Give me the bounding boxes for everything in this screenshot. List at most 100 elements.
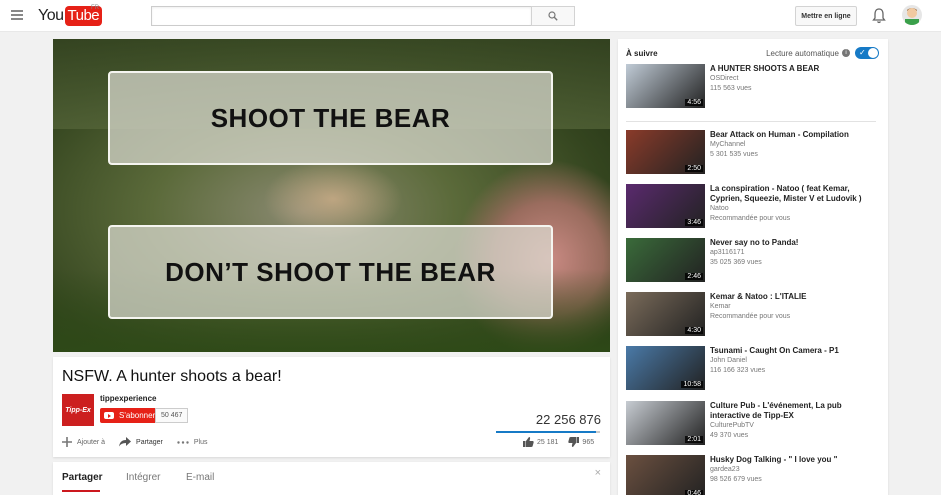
- video-duration: 3:46: [685, 219, 703, 226]
- video-channel: OSDirect: [710, 75, 739, 82]
- shoot-the-bear-button[interactable]: SHOOT THE BEAR: [108, 71, 553, 165]
- video-title-link[interactable]: Kemar & Natoo : L'ITALIE: [710, 292, 880, 302]
- like-ratio-bar: [496, 431, 600, 433]
- info-icon[interactable]: i: [842, 49, 850, 57]
- video-meta: A HUNTER SHOOTS A BEAR OSDirect 115 563 vu…: [710, 64, 880, 94]
- like-count: 25 181: [537, 438, 559, 446]
- search-button[interactable]: [531, 6, 575, 26]
- masthead: You Tube FR Mettre en ligne: [0, 0, 941, 32]
- dont-shoot-the-bear-label: DON’T SHOOT THE BEAR: [165, 256, 496, 287]
- video-meta: Tsunami - Caught On Camera - P1 John Dani…: [710, 346, 880, 376]
- video-views: 5 301 535 vues: [710, 151, 758, 158]
- hamburger-menu-icon[interactable]: [11, 10, 23, 21]
- like-button[interactable]: 25 181: [523, 437, 558, 447]
- more-dots-icon: [177, 440, 189, 444]
- add-to-button[interactable]: Ajouter à: [62, 437, 105, 447]
- video-thumbnail[interactable]: 4:30: [626, 292, 705, 336]
- youtube-logo[interactable]: You Tube FR: [38, 5, 103, 26]
- video-channel: CulturePubTV: [710, 422, 754, 429]
- search-input[interactable]: [151, 6, 532, 26]
- subscriber-count: 50 467: [155, 408, 189, 423]
- video-info-card: NSFW. A hunter shoots a bear! Tipp-Ex ti…: [53, 357, 610, 457]
- video-channel: ap3116171: [710, 249, 745, 256]
- channel-name[interactable]: tippexperience: [100, 394, 156, 403]
- video-duration: 2:46: [685, 273, 703, 280]
- video-thumbnail[interactable]: 0:46: [626, 455, 705, 495]
- video-duration: 2:50: [685, 165, 703, 172]
- video-channel: John Daniel: [710, 357, 747, 364]
- video-thumbnail[interactable]: 2:01: [626, 401, 705, 445]
- video-actions: Ajouter à Partager Plus: [62, 437, 222, 447]
- video-channel: Kemar: [710, 303, 731, 310]
- autoplay-toggle[interactable]: ✓: [855, 47, 879, 59]
- video-meta: La conspiration - Natoo ( feat Kemar, Cy…: [710, 184, 880, 224]
- close-share-icon[interactable]: ×: [595, 467, 601, 479]
- video-thumbnail[interactable]: 10:58: [626, 346, 705, 390]
- video-title-link[interactable]: A HUNTER SHOOTS A BEAR: [710, 64, 880, 74]
- tab-share[interactable]: Partager: [62, 472, 103, 483]
- related-video-item[interactable]: 3:46 La conspiration - Natoo ( feat Kemar…: [626, 184, 886, 229]
- related-video-item[interactable]: 10:58 Tsunami - Caught On Camera - P1 John…: [626, 346, 886, 391]
- video-title-link[interactable]: Bear Attack on Human - Compilation: [710, 130, 880, 140]
- up-next-heading: À suivre: [626, 49, 658, 58]
- autoplay-label: Lecture automatique: [766, 49, 839, 58]
- related-video-item[interactable]: 0:46 Husky Dog Talking - " I love you " ga…: [626, 455, 886, 495]
- tab-email[interactable]: E-mail: [186, 472, 214, 483]
- dislike-count: 965: [582, 438, 595, 446]
- video-views: 49 370 vues: [710, 432, 749, 439]
- more-button[interactable]: Plus: [177, 439, 208, 446]
- video-thumbnail[interactable]: 4:56: [626, 64, 705, 108]
- add-to-label: Ajouter à: [77, 438, 106, 446]
- video-duration: 0:46: [685, 490, 703, 495]
- video-meta: Culture Pub - L'événement, La pub intera…: [710, 401, 880, 441]
- video-duration: 10:58: [681, 381, 703, 388]
- video-title-link[interactable]: Never say no to Panda!: [710, 238, 880, 248]
- related-video-item[interactable]: 2:50 Bear Attack on Human - Compilation My…: [626, 130, 886, 175]
- subscribe-label: S'abonner: [119, 411, 156, 420]
- avatar[interactable]: [902, 5, 922, 25]
- video-views: 98 526 679 vues: [710, 476, 762, 483]
- video-meta: Husky Dog Talking - " I love you " gardea…: [710, 455, 880, 485]
- video-channel: MyChannel: [710, 141, 746, 148]
- related-video-item[interactable]: 2:01 Culture Pub - L'événement, La pub in…: [626, 401, 886, 446]
- more-label: Plus: [193, 438, 208, 446]
- video-title: NSFW. A hunter shoots a bear!: [62, 368, 282, 385]
- subscribe-button[interactable]: S'abonner: [100, 408, 162, 423]
- view-count: 22 256 876: [535, 412, 601, 427]
- dislike-button[interactable]: 965: [568, 437, 594, 447]
- logo-country-code: FR: [91, 5, 99, 11]
- video-title-link[interactable]: Culture Pub - L'événement, La pub intera…: [710, 401, 880, 421]
- video-title-link[interactable]: Husky Dog Talking - " I love you ": [710, 455, 880, 465]
- youtube-play-icon: [104, 412, 114, 419]
- notifications-bell-icon[interactable]: [872, 8, 886, 24]
- related-video-item[interactable]: 4:30 Kemar & Natoo : L'ITALIE Kemar Recomma…: [626, 292, 886, 337]
- video-thumbnail[interactable]: 3:46: [626, 184, 705, 228]
- channel-logo[interactable]: Tipp-Ex: [62, 394, 94, 426]
- active-tab-underline: [62, 490, 100, 492]
- upload-button[interactable]: Mettre en ligne: [795, 6, 857, 26]
- video-player[interactable]: SHOOT THE BEAR DON’T SHOOT THE BEAR: [53, 39, 610, 352]
- divider: [626, 121, 876, 122]
- video-title-link[interactable]: Tsunami - Caught On Camera - P1: [710, 346, 880, 356]
- checkmark-icon: ✓: [859, 48, 866, 57]
- related-video-item[interactable]: 4:56 A HUNTER SHOOTS A BEAR OSDirect 115 56…: [626, 64, 886, 109]
- video-thumbnail[interactable]: 2:50: [626, 130, 705, 174]
- video-meta: Never say no to Panda! ap3116171 35 025 36…: [710, 238, 880, 268]
- video-title-link[interactable]: La conspiration - Natoo ( feat Kemar, Cy…: [710, 184, 880, 204]
- share-arrow-icon: [119, 437, 132, 447]
- like-dislike-group: 25 181 965: [523, 437, 604, 447]
- thumbs-up-icon: [523, 437, 534, 447]
- shoot-the-bear-label: SHOOT THE BEAR: [210, 102, 451, 133]
- video-views: 115 563 vues: [710, 85, 752, 92]
- tab-embed[interactable]: Intégrer: [126, 472, 160, 483]
- video-views: 35 025 369 vues: [710, 259, 762, 266]
- related-video-item[interactable]: 2:46 Never say no to Panda! ap3116171 35 02…: [626, 238, 886, 283]
- video-duration: 4:30: [685, 327, 703, 334]
- video-duration: 2:01: [685, 436, 703, 443]
- dont-shoot-the-bear-button[interactable]: DON’T SHOOT THE BEAR: [108, 225, 553, 319]
- share-button[interactable]: Partager: [119, 437, 163, 447]
- video-thumbnail[interactable]: 2:46: [626, 238, 705, 282]
- video-channel: Natoo: [710, 205, 729, 212]
- logo-you-text: You: [38, 7, 64, 24]
- thumbs-down-icon: [568, 437, 580, 447]
